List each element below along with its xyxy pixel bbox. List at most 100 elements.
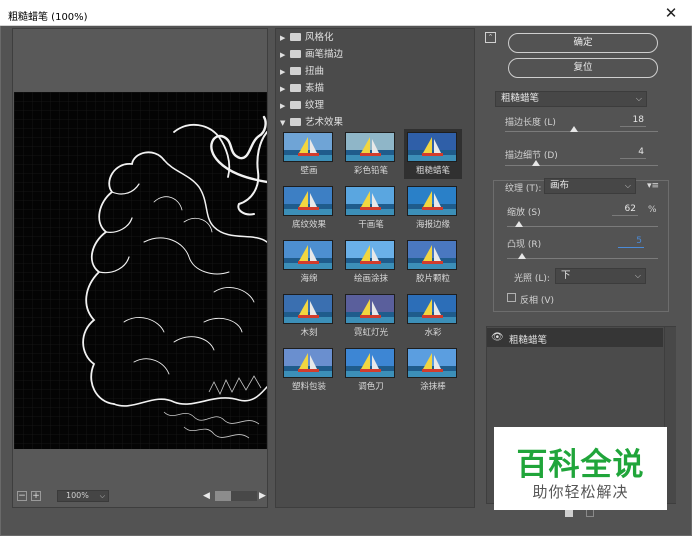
- filter-select[interactable]: 粗糙蜡笔 ⌵: [495, 91, 647, 107]
- zoom-bar: − + 100% ⌵ ◀ ▶: [13, 487, 267, 507]
- folder-icon: [290, 67, 301, 75]
- texture-menu-icon[interactable]: ▾≡: [647, 181, 659, 191]
- filter-thumb-label: 塑料包装: [291, 382, 326, 392]
- category-brush-strokes[interactable]: ▶ 画笔描边: [280, 47, 343, 63]
- filter-thumb-label: 木刻: [300, 328, 318, 338]
- filter-thumb-image: [407, 132, 457, 162]
- slider-knob[interactable]: [518, 253, 527, 259]
- stroke-length-slider[interactable]: [505, 126, 658, 132]
- slider-knob[interactable]: [569, 126, 578, 132]
- watermark-subtitle: 助你轻松解决: [532, 483, 629, 501]
- filter-thumb-label: 水彩: [424, 328, 442, 338]
- filter-thumb[interactable]: 塑料包装: [280, 345, 338, 395]
- invert-checkbox[interactable]: [507, 293, 516, 302]
- filter-thumb-label: 彩色铅笔: [353, 166, 388, 176]
- scroll-track[interactable]: [231, 491, 257, 501]
- watermark-title: 百科全说: [516, 447, 645, 483]
- watermark: 百科全说 助你轻松解决: [494, 427, 667, 510]
- filter-thumb-image: [407, 294, 457, 324]
- preview-canvas[interactable]: [14, 92, 267, 449]
- scroll-thumb[interactable]: [215, 491, 231, 501]
- filter-thumb-label: 霓虹灯光: [353, 328, 388, 338]
- triangle-right-icon: ▶: [280, 68, 286, 76]
- effect-layer-name: 粗糙蜡笔: [509, 335, 548, 346]
- filter-thumb[interactable]: 海报边缘: [404, 183, 462, 233]
- filter-thumb-image: [407, 240, 457, 270]
- title-bar: 粗糙蜡笔 (100%) ✕: [0, 0, 692, 26]
- filter-thumb-image: [407, 186, 457, 216]
- light-label: 光照 (L):: [514, 274, 550, 284]
- relief-slider[interactable]: [507, 253, 658, 259]
- filter-thumb-image: [345, 348, 395, 378]
- chevron-down-icon: ⌵: [624, 181, 631, 190]
- filter-thumb-label: 胶片颗粒: [415, 274, 450, 284]
- triangle-right-icon: ▶: [280, 51, 286, 59]
- filter-thumb[interactable]: 彩色铅笔: [342, 129, 400, 179]
- texture-select[interactable]: 画布 ⌵: [544, 178, 636, 194]
- filter-thumb[interactable]: 胶片颗粒: [404, 237, 462, 287]
- filter-thumb-image: [345, 294, 395, 324]
- scaling-slider[interactable]: [507, 221, 658, 227]
- category-texture[interactable]: ▶ 纹理: [280, 98, 324, 114]
- filter-thumb-image: [407, 348, 457, 378]
- filter-thumb[interactable]: 干画笔: [342, 183, 400, 233]
- ok-button[interactable]: 确定: [508, 33, 658, 53]
- triangle-right-icon: ▶: [280, 34, 286, 42]
- preview-image: [14, 92, 267, 449]
- filter-thumb-label: 海报边缘: [415, 220, 450, 230]
- filter-thumb[interactable]: 底纹效果: [280, 183, 338, 233]
- folder-open-icon: [290, 118, 301, 126]
- relief-field[interactable]: 5: [618, 234, 644, 248]
- relief-label: 凸现 (R): [507, 240, 542, 250]
- filter-thumb[interactable]: 水彩: [404, 291, 462, 341]
- filter-gallery: ▶ 风格化 ▶ 画笔描边 ▶ 扭曲 ▶ 素描 ▶ 纹理 ▼ 艺术效果 壁画 彩色铅笔 粗糙蜡笔底…: [275, 28, 475, 508]
- stroke-detail-slider[interactable]: [505, 160, 658, 166]
- category-stylize[interactable]: ▶ 风格化: [280, 30, 334, 46]
- zoom-in-button[interactable]: +: [31, 491, 41, 501]
- filter-thumb-label: 底纹效果: [291, 220, 326, 230]
- folder-icon: [290, 101, 301, 109]
- zoom-select[interactable]: 100% ⌵: [57, 490, 109, 502]
- filter-thumb[interactable]: 涂抹棒: [404, 345, 462, 395]
- scaling-label: 缩放 (S): [507, 208, 541, 218]
- stroke-detail-field[interactable]: 4: [620, 145, 646, 159]
- chevron-down-icon: ⌵: [635, 94, 642, 103]
- scaling-field[interactable]: 62: [612, 202, 638, 216]
- filter-thumb[interactable]: 调色刀: [342, 345, 400, 395]
- scroll-right-icon[interactable]: ▶: [259, 490, 266, 502]
- triangle-right-icon: ▶: [280, 102, 286, 110]
- filter-thumb-label: 干画笔: [358, 220, 384, 230]
- filter-thumb-image: [345, 132, 395, 162]
- filter-thumb[interactable]: 绘画涂抹: [342, 237, 400, 287]
- filter-thumb-label: 粗糙蜡笔: [415, 166, 450, 176]
- filter-thumb[interactable]: 粗糙蜡笔: [404, 129, 462, 179]
- category-distort[interactable]: ▶ 扭曲: [280, 64, 324, 80]
- filter-thumb-label: 绘画涂抹: [353, 274, 388, 284]
- slider-knob[interactable]: [515, 221, 524, 227]
- slider-knob[interactable]: [531, 160, 540, 166]
- horizontal-scrollbar[interactable]: ◀ ▶: [201, 490, 269, 502]
- window-title: 粗糙蜡笔 (100%): [8, 12, 88, 23]
- eye-icon[interactable]: 👁: [491, 332, 504, 343]
- folder-icon: [290, 50, 301, 58]
- close-icon[interactable]: ✕: [650, 0, 692, 26]
- filter-thumb[interactable]: 壁画: [280, 129, 338, 179]
- stroke-length-field[interactable]: 18: [620, 113, 646, 127]
- chevron-down-icon: ⌵: [99, 492, 105, 500]
- folder-icon: [290, 33, 301, 41]
- zoom-out-button[interactable]: −: [17, 491, 27, 501]
- filter-thumb-image: [283, 186, 333, 216]
- filter-thumb[interactable]: 海绵: [280, 237, 338, 287]
- scroll-left-icon[interactable]: ◀: [203, 490, 210, 502]
- filter-thumb[interactable]: 木刻: [280, 291, 338, 341]
- category-sketch[interactable]: ▶ 素描: [280, 81, 324, 97]
- light-select[interactable]: 下 ⌵: [555, 268, 646, 284]
- reset-button[interactable]: 复位: [508, 58, 658, 78]
- collapse-gallery-icon[interactable]: ⌃: [485, 32, 496, 43]
- filter-thumb[interactable]: 霓虹灯光: [342, 291, 400, 341]
- triangle-right-icon: ▶: [280, 85, 286, 93]
- stroke-length-label: 描边长度 (L): [505, 118, 556, 128]
- effect-layer-row[interactable]: 👁 粗糙蜡笔: [487, 328, 663, 347]
- filter-thumb-image: [283, 240, 333, 270]
- zoom-value: 100%: [66, 491, 89, 500]
